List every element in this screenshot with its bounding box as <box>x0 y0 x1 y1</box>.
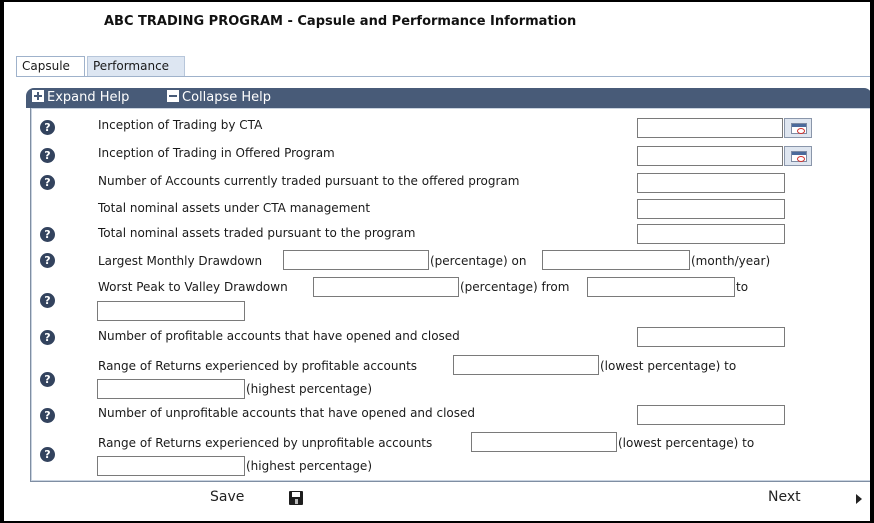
calendar-icon[interactable] <box>784 118 812 138</box>
tab-divider <box>16 76 870 77</box>
collapse-help-button[interactable]: Collapse Help <box>167 88 271 108</box>
minus-box-icon <box>167 90 179 102</box>
range-unprofitable-low-input[interactable] <box>471 432 617 452</box>
window: ABC TRADING PROGRAM - Capsule and Perfor… <box>4 2 870 521</box>
num-accounts-label: Number of Accounts currently traded purs… <box>98 174 520 188</box>
capsule-form: ? Inception of Trading by CTA ? Inceptio… <box>30 108 870 482</box>
collapse-help-label: Collapse Help <box>182 90 272 105</box>
num-unprofitable-input[interactable] <box>637 405 785 425</box>
worst-peak-valley-to-input[interactable] <box>97 301 245 321</box>
tab-capsule[interactable]: Capsule <box>16 56 85 77</box>
range-profitable-high-input[interactable] <box>97 379 245 399</box>
num-unprofitable-label: Number of unprofitable accounts that hav… <box>98 406 475 420</box>
question-circle-icon[interactable]: ? <box>40 148 55 163</box>
question-circle-icon[interactable]: ? <box>40 447 55 462</box>
next-button[interactable]: Next <box>768 489 801 505</box>
inception-cta-input[interactable] <box>637 118 783 138</box>
calendar-icon[interactable] <box>784 146 812 166</box>
range-profitable-label: Range of Returns experienced by profitab… <box>98 359 418 373</box>
range-unprofitable-low-suffix: (lowest percentage) to <box>618 436 755 450</box>
question-circle-icon[interactable]: ? <box>40 253 55 268</box>
total-assets-cta-label: Total nominal assets under CTA managemen… <box>98 201 371 215</box>
plus-box-icon <box>32 90 44 102</box>
expand-help-button[interactable]: Expand Help <box>32 88 129 108</box>
range-unprofitable-high-input[interactable] <box>97 456 245 476</box>
range-unprofitable-high-suffix: (highest percentage) <box>246 459 372 473</box>
num-profitable-label: Number of profitable accounts that have … <box>98 329 460 343</box>
range-profitable-high-suffix: (highest percentage) <box>246 382 372 396</box>
worst-peak-valley-pct-suffix: (percentage) from <box>460 280 570 294</box>
largest-drawdown-pct-suffix: (percentage) on <box>430 254 527 268</box>
num-accounts-input[interactable] <box>637 173 785 193</box>
tab-performance[interactable]: Performance <box>87 56 185 76</box>
largest-drawdown-date-suffix: (month/year) <box>691 254 771 268</box>
chevron-right-icon[interactable] <box>856 494 862 504</box>
footer-nav: Save Next <box>4 488 870 512</box>
range-unprofitable-label: Range of Returns experienced by unprofit… <box>98 436 433 450</box>
question-circle-icon[interactable]: ? <box>40 330 55 345</box>
page-title: ABC TRADING PROGRAM - Capsule and Perfor… <box>104 14 577 29</box>
question-circle-icon[interactable]: ? <box>40 120 55 135</box>
inception-program-input[interactable] <box>637 146 783 166</box>
largest-drawdown-pct-input[interactable] <box>283 250 429 270</box>
range-profitable-low-suffix: (lowest percentage) to <box>600 359 737 373</box>
floppy-disk-icon[interactable] <box>289 491 303 505</box>
question-circle-icon[interactable]: ? <box>40 227 55 242</box>
num-profitable-input[interactable] <box>637 327 785 347</box>
total-assets-program-input[interactable] <box>637 224 785 244</box>
inception-program-label: Inception of Trading in Offered Program <box>98 146 335 160</box>
question-circle-icon[interactable]: ? <box>40 372 55 387</box>
panel-header: Expand Help Collapse Help <box>26 88 870 108</box>
question-circle-icon[interactable]: ? <box>40 175 55 190</box>
worst-peak-valley-to-label: to <box>736 280 749 294</box>
save-button[interactable]: Save <box>210 489 244 505</box>
worst-peak-valley-label: Worst Peak to Valley Drawdown <box>98 280 288 294</box>
range-profitable-low-input[interactable] <box>453 355 599 375</box>
worst-peak-valley-pct-input[interactable] <box>313 277 459 297</box>
largest-drawdown-label: Largest Monthly Drawdown <box>98 254 263 268</box>
question-circle-icon[interactable]: ? <box>40 408 55 423</box>
inception-cta-label: Inception of Trading by CTA <box>98 118 263 132</box>
total-assets-program-label: Total nominal assets traded pursuant to … <box>98 226 416 240</box>
total-assets-cta-input[interactable] <box>637 199 785 219</box>
expand-help-label: Expand Help <box>47 90 130 105</box>
worst-peak-valley-from-input[interactable] <box>587 277 735 297</box>
question-circle-icon[interactable]: ? <box>40 293 55 308</box>
largest-drawdown-date-input[interactable] <box>542 250 690 270</box>
